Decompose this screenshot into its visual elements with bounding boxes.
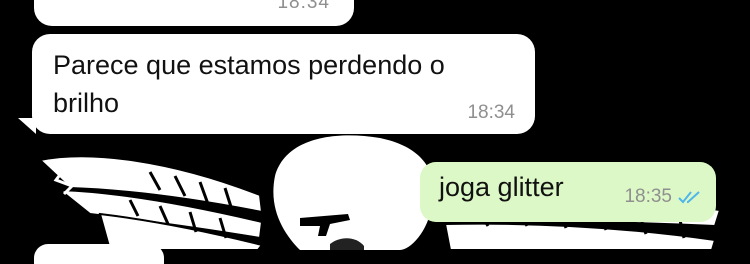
double-check-read-icon	[678, 191, 700, 204]
previous-message-bubble[interactable]: 18:34	[34, 0, 354, 26]
meme-face-icon	[273, 135, 434, 250]
incoming-message-time: 18:34	[467, 102, 515, 123]
left-wing-icon	[37, 155, 264, 250]
outgoing-message-bubble[interactable]: joga glitter 18:35	[420, 162, 716, 222]
outgoing-message-text: joga glitter	[439, 172, 564, 202]
next-message-bubble[interactable]	[34, 244, 164, 264]
incoming-message-text: Parece que estamos perdendo o brilho	[53, 50, 445, 118]
previous-message-time: 18:34	[277, 0, 330, 13]
outgoing-message-meta: 18:35	[624, 186, 702, 208]
incoming-message-bubble[interactable]: Parece que estamos perdendo o brilho 18:…	[32, 34, 535, 134]
outgoing-message-time: 18:35	[624, 186, 672, 207]
